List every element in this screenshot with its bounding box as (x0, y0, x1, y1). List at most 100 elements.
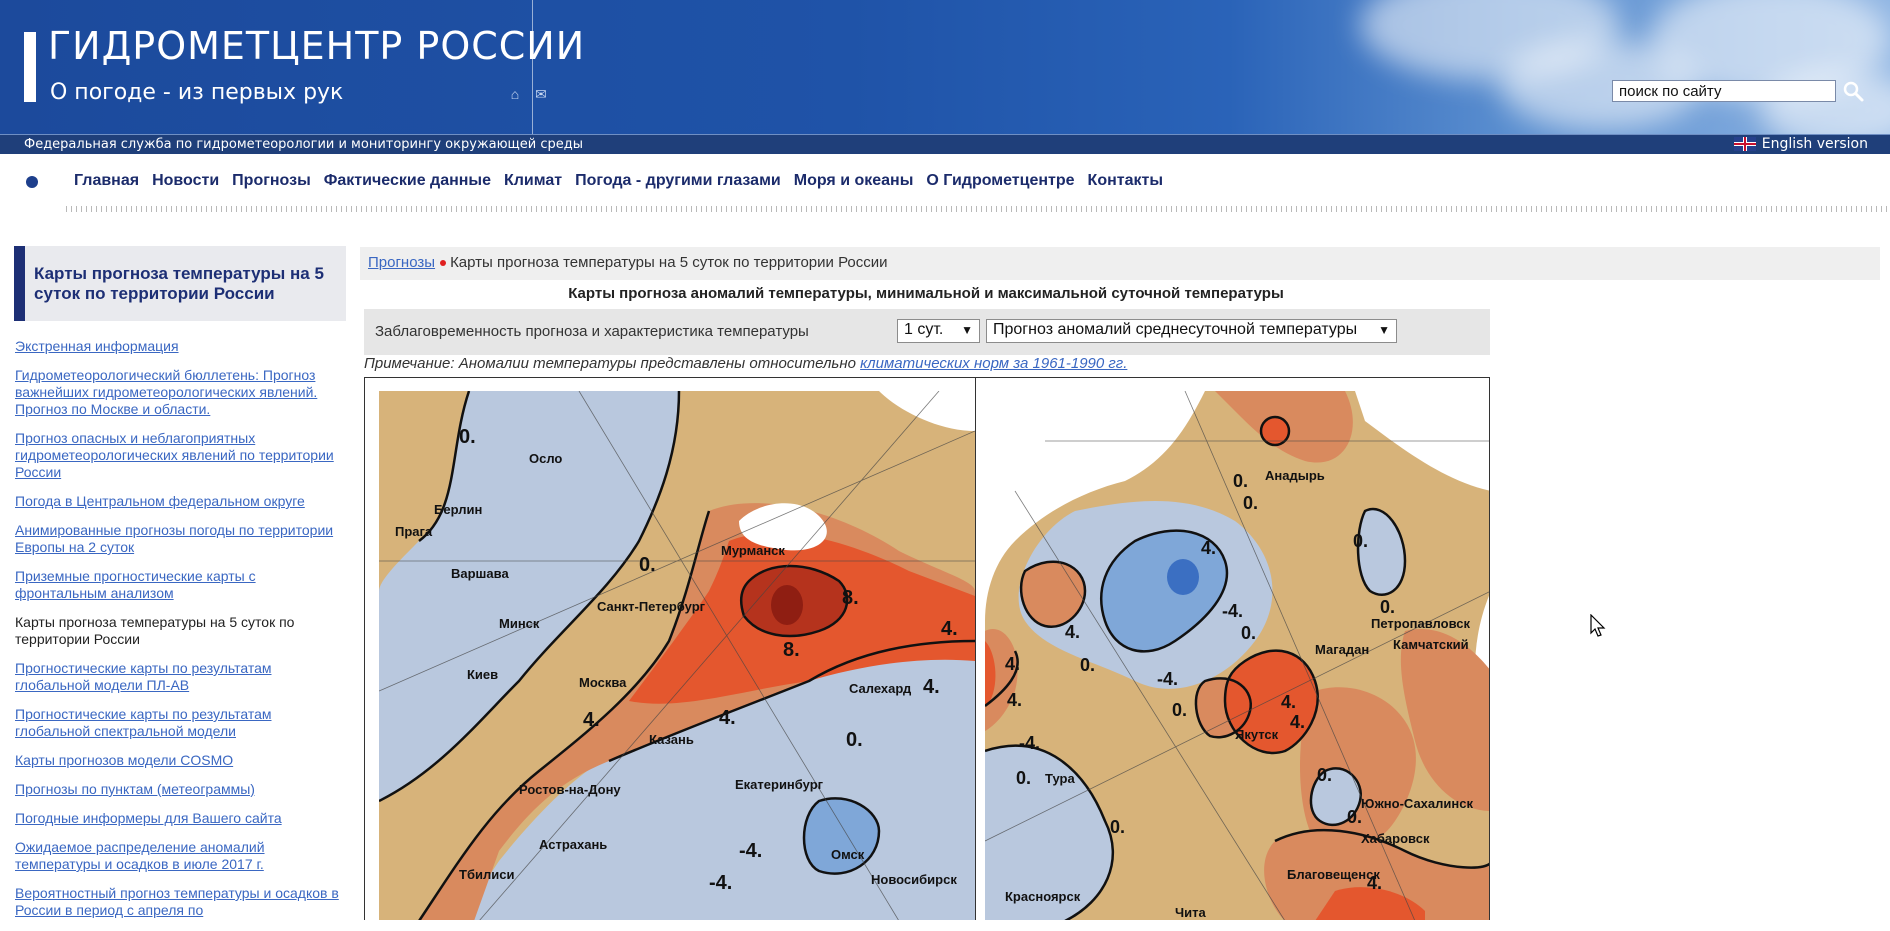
breadcrumb-link-forecasts[interactable]: Прогнозы (368, 254, 435, 271)
svg-text:Анадырь: Анадырь (1265, 468, 1325, 483)
sidebar-link-july-anomalies[interactable]: Ожидаемое распределение аномалий темпера… (15, 839, 345, 873)
svg-text:Минск: Минск (499, 616, 540, 631)
sidebar-link-probabilistic[interactable]: Вероятностный прогноз температуры и осад… (15, 885, 345, 919)
sidebar-link-surface-maps[interactable]: Приземные прогностические карты с фронта… (15, 568, 345, 602)
mouse-cursor-icon (1590, 614, 1606, 637)
site-title[interactable]: ГИДРОМЕТЦЕНТР РОССИИ (48, 24, 585, 68)
home-icon[interactable]: ⌂ (506, 86, 524, 102)
svg-text:Красноярск: Красноярск (1005, 889, 1081, 904)
nav-items: Главная Новости Прогнозы Фактические дан… (74, 172, 1176, 190)
nav-item-forecasts[interactable]: Прогнозы (232, 172, 311, 190)
svg-text:Москва: Москва (579, 675, 627, 690)
nav-ruler (66, 206, 1890, 212)
svg-text:Якутск: Якутск (1235, 727, 1279, 742)
forecast-maps-frame: Осло Берлин Прага Варшава Минск Киев Мур… (364, 377, 1490, 920)
nav-item-about[interactable]: О Гидрометцентре (926, 172, 1074, 190)
dropdown-arrow-icon: ▼ (1378, 323, 1390, 337)
svg-text:Осло: Осло (529, 451, 562, 466)
temperature-type-select[interactable]: Прогноз аномалий среднесуточной температ… (986, 319, 1397, 343)
note-text: Примечание: Аномалии температуры предста… (364, 355, 861, 372)
sidebar-link-informers[interactable]: Погодные информеры для Вашего сайта (15, 810, 345, 827)
nav-item-actual-data[interactable]: Фактические данные (324, 172, 491, 190)
svg-text:4.: 4. (923, 676, 940, 698)
sidebar-link-cosmo[interactable]: Карты прогнозов модели COSMO (15, 752, 345, 769)
nav-item-seas[interactable]: Моря и океаны (794, 172, 914, 190)
svg-text:0.: 0. (846, 729, 863, 751)
svg-text:4.: 4. (1065, 622, 1080, 642)
svg-text:0.: 0. (459, 426, 476, 448)
map-east: Анадырь Петропавловск Камчатский Магадан… (985, 391, 1489, 920)
svg-text:Хабаровск: Хабаровск (1361, 831, 1430, 846)
svg-text:0.: 0. (1080, 655, 1095, 675)
nav-item-contacts[interactable]: Контакты (1088, 172, 1163, 190)
temperature-type-value: Прогноз аномалий среднесуточной температ… (993, 321, 1358, 338)
site-subtitle: О погоде - из первых рук (50, 80, 344, 105)
svg-text:Мурманск: Мурманск (721, 543, 785, 558)
sidebar-link-emergency[interactable]: Экстренная информация (15, 338, 345, 355)
svg-text:0.: 0. (1110, 817, 1125, 837)
svg-text:-4.: -4. (1222, 601, 1243, 621)
nav-item-news[interactable]: Новости (152, 172, 219, 190)
search-icon[interactable] (1840, 78, 1866, 104)
svg-text:Киев: Киев (467, 667, 498, 682)
svg-text:Ростов-на-Дону: Ростов-на-Дону (519, 782, 621, 797)
svg-text:4.: 4. (719, 707, 736, 729)
lead-time-value: 1 сут. (904, 321, 944, 338)
sidebar-link-spectral-model[interactable]: Прогностические карты по результатам гло… (15, 706, 345, 740)
dropdown-arrow-icon: ▼ (961, 323, 973, 337)
mail-icon[interactable]: ✉ (532, 86, 550, 102)
climate-norms-link[interactable]: климатических норм за 1961-1990 гг. (860, 355, 1127, 372)
map-divider (975, 378, 976, 920)
sidebar-link-central-district[interactable]: Погода в Центральном федеральном округе (15, 493, 345, 510)
svg-text:Петропавловск: Петропавловск (1371, 616, 1470, 631)
svg-text:0.: 0. (1347, 807, 1362, 827)
sidebar-link-hazards[interactable]: Прогноз опасных и неблагоприятных гидром… (15, 430, 345, 481)
svg-text:Астрахань: Астрахань (539, 837, 607, 852)
svg-text:Салехард: Салехард (849, 681, 912, 696)
logo-bar (24, 32, 36, 102)
svg-text:Варшава: Варшава (451, 566, 509, 581)
svg-text:Новосибирск: Новосибирск (871, 872, 957, 887)
svg-text:8.: 8. (783, 639, 800, 661)
svg-text:4.: 4. (1281, 692, 1296, 712)
svg-text:-4.: -4. (709, 872, 732, 894)
english-version-label: English version (1761, 136, 1868, 152)
svg-text:Омск: Омск (831, 847, 865, 862)
svg-text:0.: 0. (1016, 768, 1031, 788)
sidebar-link-plav-model[interactable]: Прогностические карты по результатам гло… (15, 660, 345, 694)
svg-text:0.: 0. (639, 554, 656, 576)
controls-label: Заблаговременность прогноза и характерис… (375, 323, 809, 340)
svg-text:4.: 4. (1367, 873, 1382, 893)
nav-item-climate[interactable]: Климат (504, 172, 562, 190)
svg-text:0.: 0. (1380, 597, 1395, 617)
svg-text:-4.: -4. (1019, 733, 1040, 753)
breadcrumb-separator-icon (440, 259, 447, 266)
svg-text:Прага: Прага (395, 524, 433, 539)
svg-text:4.: 4. (1007, 690, 1022, 710)
sidebar-link-temp-maps-current: Карты прогноза температуры на 5 суток по… (15, 614, 295, 647)
sidebar-link-bulletin[interactable]: Гидрометеорологический бюллетень: Прогно… (15, 367, 345, 418)
svg-text:Берлин: Берлин (434, 502, 482, 517)
breadcrumb: Прогнозы Карты прогноза температуры на 5… (368, 254, 888, 271)
nav-item-home[interactable]: Главная (74, 172, 139, 190)
nav-item-weather-other-eyes[interactable]: Погода - другими глазами (575, 172, 781, 190)
svg-text:0.: 0. (1172, 700, 1187, 720)
svg-text:0.: 0. (1243, 493, 1258, 513)
sidebar-title-bar (14, 246, 25, 321)
english-version-link[interactable]: English version (1733, 136, 1868, 152)
map-west: Осло Берлин Прага Варшава Минск Киев Мур… (379, 391, 975, 920)
svg-text:4.: 4. (941, 618, 958, 640)
svg-text:-4.: -4. (739, 840, 762, 862)
svg-text:0.: 0. (1233, 471, 1248, 491)
sidebar-link-animated-europe[interactable]: Анимированные прогнозы погоды по террито… (15, 522, 345, 556)
sidebar-links: Экстренная информация Гидрометеорологиче… (15, 338, 345, 931)
svg-text:0.: 0. (1241, 623, 1256, 643)
page-heading: Карты прогноза аномалий температуры, мин… (568, 285, 1284, 302)
search-input[interactable] (1612, 80, 1836, 102)
svg-text:4.: 4. (1201, 538, 1216, 558)
sidebar-link-meteograms[interactable]: Прогнозы по пунктам (метеограммы) (15, 781, 345, 798)
svg-text:4.: 4. (1005, 654, 1020, 674)
svg-text:Южно-Сахалинск: Южно-Сахалинск (1361, 796, 1473, 811)
svg-text:Магадан: Магадан (1315, 642, 1369, 657)
lead-time-select[interactable]: 1 сут. ▼ (897, 319, 980, 343)
